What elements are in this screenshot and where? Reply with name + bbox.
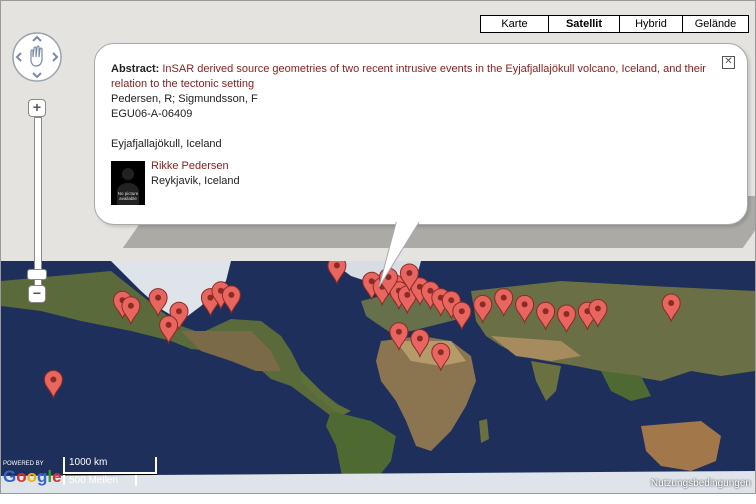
scale-imperial-label: 500 Meilen bbox=[69, 475, 118, 486]
zoom-slider-track[interactable] bbox=[34, 117, 42, 291]
info-window-pointer bbox=[378, 219, 425, 288]
abstract-code: EGU06-A-06409 bbox=[111, 108, 193, 120]
abstract-label: Abstract: bbox=[111, 63, 160, 75]
scale-bar: 1000 km 500 Meilen bbox=[63, 457, 161, 487]
abstract-title-link[interactable]: InSAR derived source geometries of two r… bbox=[111, 63, 706, 90]
close-icon[interactable]: ✕ bbox=[722, 56, 735, 69]
zoom-control: + − bbox=[27, 99, 47, 309]
photo-placeholder-text: No picture available bbox=[117, 191, 139, 201]
person-photo: No picture available bbox=[111, 161, 145, 205]
map-type-control: Karte Satellit Hybrid Gelände bbox=[480, 15, 749, 33]
map-type-gelaende-button[interactable]: Gelände bbox=[682, 15, 749, 33]
map-frame[interactable]: Karte Satellit Hybrid Gelände + − ✕ Abst… bbox=[0, 0, 756, 494]
google-logo[interactable]: Google bbox=[3, 467, 62, 487]
scale-metric-label: 1000 km bbox=[69, 457, 108, 468]
zoom-slider-handle[interactable] bbox=[27, 269, 47, 280]
map-type-satellit-button[interactable]: Satellit bbox=[548, 15, 620, 33]
info-window: ✕ Abstract: InSAR derived source geometr… bbox=[94, 43, 748, 225]
person-name-link[interactable]: Rikke Pedersen bbox=[151, 159, 240, 174]
zoom-in-button[interactable]: + bbox=[28, 99, 46, 117]
person-location: Reykjavik, Iceland bbox=[151, 175, 240, 187]
authors: Pedersen, R; Sigmundsson, F bbox=[111, 93, 258, 105]
map-type-karte-button[interactable]: Karte bbox=[480, 15, 549, 33]
zoom-out-button[interactable]: − bbox=[28, 285, 46, 303]
terms-link[interactable]: Nutzungsbedingungen bbox=[651, 478, 751, 489]
pan-control[interactable] bbox=[11, 31, 63, 83]
map-type-hybrid-button[interactable]: Hybrid bbox=[619, 15, 683, 33]
location-text: Eyjafjallajökull, Iceland bbox=[111, 138, 222, 150]
